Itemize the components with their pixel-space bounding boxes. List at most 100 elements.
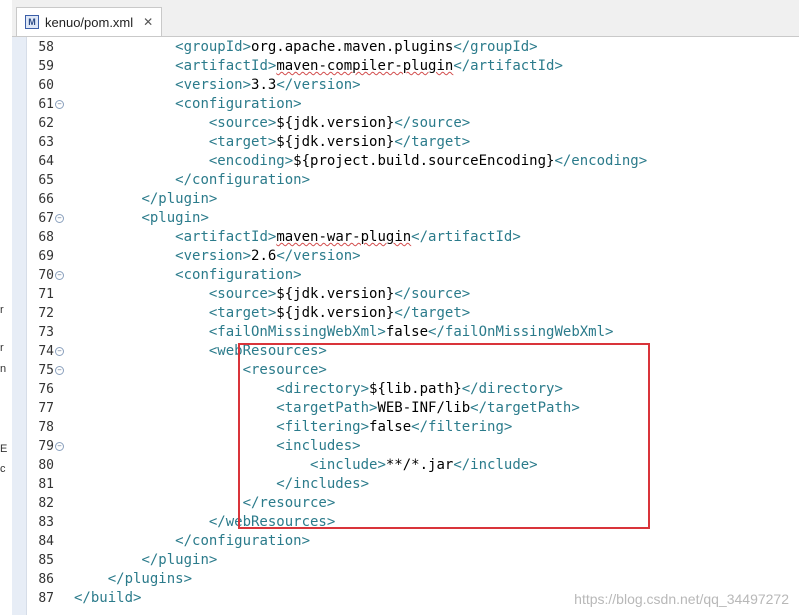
fold-toggle-icon[interactable]: − xyxy=(55,214,64,223)
xml-close-tag: </version> xyxy=(276,77,361,93)
line-number: 82 xyxy=(38,496,54,511)
code-line[interactable]: 84 </configuration> xyxy=(12,532,799,551)
line-number: 75 xyxy=(38,363,54,378)
fold-toggle-icon[interactable]: − xyxy=(55,347,64,356)
line-number: 63 xyxy=(38,135,54,150)
line-number: 83 xyxy=(38,515,54,530)
code-line[interactable]: 60 <version>3.3</version> xyxy=(12,76,799,95)
line-number: 65 xyxy=(38,173,54,188)
xml-close-tag: </target> xyxy=(394,305,471,321)
code-line[interactable]: 71 <source>${jdk.version}</source> xyxy=(12,285,799,304)
xml-close-tag: </build> xyxy=(74,590,142,606)
line-number: 60 xyxy=(38,78,54,93)
line-number: 76 xyxy=(38,382,54,397)
xml-close-tag: </source> xyxy=(394,115,471,131)
line-number: 68 xyxy=(38,230,54,245)
line-number: 67 xyxy=(38,211,54,226)
line-number: 58 xyxy=(38,40,54,55)
xml-close-tag: </configuration> xyxy=(175,533,311,549)
code-line[interactable]: 58 <groupId>org.apache.maven.plugins</gr… xyxy=(12,38,799,57)
line-number: 87 xyxy=(38,591,54,606)
code-text: <source>${jdk.version}</source> xyxy=(74,285,470,304)
xml-close-tag: </failOnMissingWebXml> xyxy=(428,324,614,340)
code-text: <groupId>org.apache.maven.plugins</group… xyxy=(74,38,537,57)
line-number: 72 xyxy=(38,306,54,321)
line-number: 61 xyxy=(38,97,54,112)
code-line[interactable]: 72 <target>${jdk.version}</target> xyxy=(12,304,799,323)
line-number: 74 xyxy=(38,344,54,359)
xml-text-value: false xyxy=(385,324,429,340)
tab-title: kenuo/pom.xml xyxy=(45,14,134,30)
xml-text-value: ${jdk.version} xyxy=(276,305,395,321)
code-text: <artifactId>maven-compiler-plugin</artif… xyxy=(74,57,563,76)
xml-close-tag: </plugin> xyxy=(141,191,218,207)
xml-text-value: maven-compiler-plugin xyxy=(276,58,454,74)
code-text: </configuration> xyxy=(74,532,310,551)
xml-open-tag: <encoding> xyxy=(208,153,294,169)
xml-close-tag: </plugins> xyxy=(107,571,193,587)
xml-close-tag: </artifactId> xyxy=(453,58,563,74)
tab-pom-xml[interactable]: M kenuo/pom.xml ✕ xyxy=(16,7,163,36)
left-panel-char: n xyxy=(0,363,7,375)
code-line[interactable]: 73 <failOnMissingWebXml>false</failOnMis… xyxy=(12,323,799,342)
code-line[interactable]: 59 <artifactId>maven-compiler-plugin</ar… xyxy=(12,57,799,76)
code-line[interactable]: 64 <encoding>${project.build.sourceEncod… xyxy=(12,152,799,171)
code-line[interactable]: 70− <configuration> xyxy=(12,266,799,285)
close-icon[interactable]: ✕ xyxy=(143,15,153,29)
code-line[interactable]: 85 </plugin> xyxy=(12,551,799,570)
xml-open-tag: <groupId> xyxy=(175,39,252,55)
code-text: <artifactId>maven-war-plugin</artifactId… xyxy=(74,228,521,247)
fold-toggle-icon[interactable]: − xyxy=(55,366,64,375)
code-text: <plugin> xyxy=(74,209,209,228)
line-number: 66 xyxy=(38,192,54,207)
line-number: 69 xyxy=(38,249,54,264)
xml-text-value: org.apache.maven.plugins xyxy=(251,39,454,55)
xml-close-tag: </configuration> xyxy=(175,172,311,188)
left-panel-char: E xyxy=(0,443,8,455)
xml-close-tag: </plugin> xyxy=(141,552,218,568)
left-panel-edge: r r n E c xyxy=(0,0,12,615)
code-line[interactable]: 67− <plugin> xyxy=(12,209,799,228)
code-text: <version>3.3</version> xyxy=(74,76,361,95)
code-line[interactable]: 63 <target>${jdk.version}</target> xyxy=(12,133,799,152)
code-line[interactable]: 86 </plugins> xyxy=(12,570,799,589)
code-text: <configuration> xyxy=(74,266,301,285)
xml-open-tag: <artifactId> xyxy=(175,229,277,245)
xml-close-tag: </version> xyxy=(276,248,361,264)
code-line[interactable]: 62 <source>${jdk.version}</source> xyxy=(12,114,799,133)
line-number: 78 xyxy=(38,420,54,435)
code-text: </plugins> xyxy=(74,570,192,589)
fold-toggle-icon[interactable]: − xyxy=(55,100,64,109)
code-line[interactable]: 66 </plugin> xyxy=(12,190,799,209)
code-text: <source>${jdk.version}</source> xyxy=(74,114,470,133)
code-text: </configuration> xyxy=(74,171,310,190)
code-text: </build> xyxy=(74,589,141,608)
xml-open-tag: <version> xyxy=(175,248,252,264)
line-number: 73 xyxy=(38,325,54,340)
xml-text-value: ${jdk.version} xyxy=(276,286,395,302)
xml-open-tag: <failOnMissingWebXml> xyxy=(208,324,386,340)
code-line[interactable]: 65 </configuration> xyxy=(12,171,799,190)
code-line[interactable]: 68 <artifactId>maven-war-plugin</artifac… xyxy=(12,228,799,247)
code-line[interactable]: 61− <configuration> xyxy=(12,95,799,114)
line-number: 77 xyxy=(38,401,54,416)
xml-close-tag: </artifactId> xyxy=(411,229,521,245)
line-number: 71 xyxy=(38,287,54,302)
fold-toggle-icon[interactable]: − xyxy=(55,271,64,280)
xml-open-tag: <plugin> xyxy=(141,210,209,226)
fold-toggle-icon[interactable]: − xyxy=(55,442,64,451)
line-number: 70 xyxy=(38,268,54,283)
code-line[interactable]: 69 <version>2.6</version> xyxy=(12,247,799,266)
